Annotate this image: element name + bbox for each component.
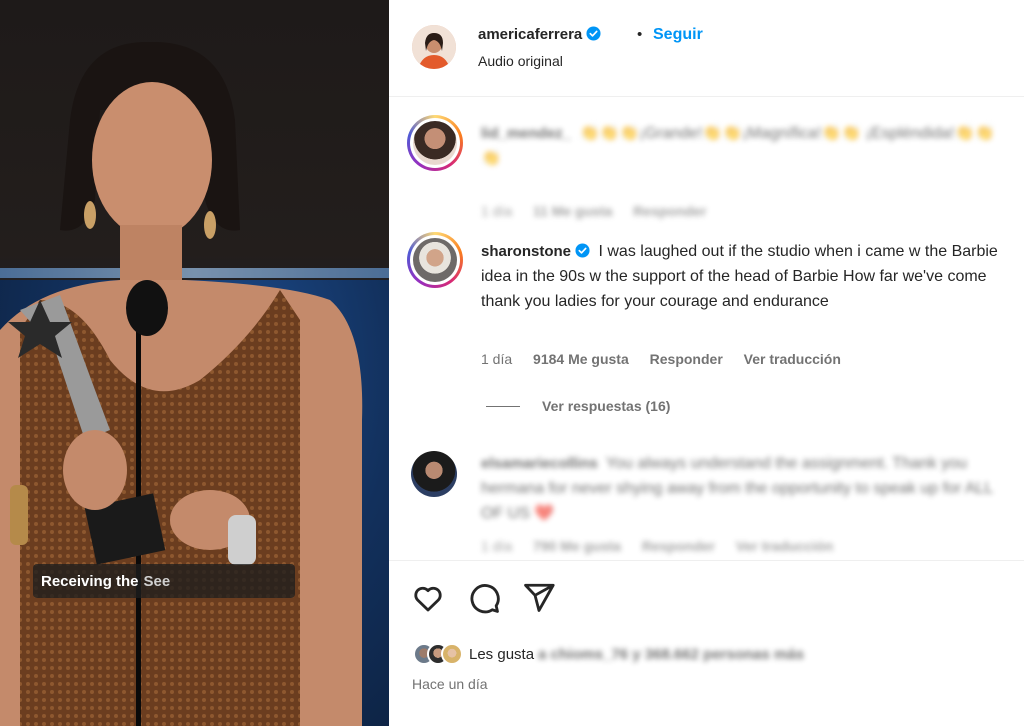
comments-list[interactable]: lid_mendez_ 👏👏👏¡Grande!👏👏¡Magnífica!👏👏 ¡… (389, 97, 1024, 560)
comment-reply-button[interactable]: Responder (650, 351, 723, 367)
author-username[interactable]: americaferrera (478, 26, 582, 43)
video-caption: Receiving the See (33, 564, 295, 598)
comment-time[interactable]: 1 día (481, 203, 512, 219)
comment-meta: 1 día 11 Me gusta Responder (481, 203, 723, 219)
comment-translate-button[interactable]: Ver traducción (736, 538, 833, 554)
post-panel: americaferrera • Seguir Audio original l… (389, 0, 1024, 726)
video-player[interactable]: Receiving the See (0, 0, 389, 726)
author-avatar[interactable] (412, 25, 456, 69)
comment-reply-button[interactable]: Responder (633, 203, 706, 219)
verified-badge-icon (586, 26, 601, 41)
comment-body: sharonstone I was laughed out if the stu… (481, 239, 1011, 314)
comment-reply-button[interactable]: Responder (642, 538, 715, 554)
commenter-avatar[interactable] (407, 232, 463, 288)
comment-meta: 1 día 790 Me gusta Responder Ver traducc… (481, 538, 850, 554)
comment-username[interactable]: sharonstone (481, 243, 571, 260)
paper-plane-icon[interactable] (522, 581, 556, 615)
comment-username[interactable]: elsamariecollins (481, 455, 598, 472)
likes-summary[interactable]: Les gusta a chioms_76 y 368.662 personas … (413, 640, 804, 668)
comment-translate-button[interactable]: Ver traducción (744, 351, 841, 367)
comment-likes[interactable]: 9184 Me gusta (533, 351, 629, 367)
post-timestamp[interactable]: Hace un día (412, 676, 488, 692)
view-replies-label[interactable]: Ver respuestas (16) (542, 398, 670, 414)
caption-faded-text: See (143, 572, 171, 590)
comment-body: lid_mendez_ 👏👏👏¡Grande!👏👏¡Magnífica!👏👏 ¡… (481, 121, 1011, 171)
comment-username-link[interactable]: sharonstone (481, 243, 590, 260)
commenter-avatar[interactable] (407, 115, 463, 171)
comment-time[interactable]: 1 día (481, 351, 512, 367)
view-replies-button[interactable]: Ver respuestas (16) (486, 398, 670, 414)
liker-avatar[interactable] (441, 643, 463, 665)
comment-time[interactable]: 1 día (481, 538, 512, 554)
comment-likes[interactable]: 790 Me gusta (533, 538, 621, 554)
speaker-figure (0, 41, 363, 726)
verified-badge-icon (575, 243, 590, 258)
likes-count-link[interactable]: a chioms_76 y 368.662 personas más (538, 646, 804, 663)
likes-prefix: Les gusta (469, 645, 535, 663)
header-separator: • (637, 26, 643, 43)
commenter-avatar[interactable] (411, 451, 457, 497)
caption-text: Receiving the (41, 572, 139, 590)
comment-username[interactable]: lid_mendez_ (481, 125, 571, 142)
author-username-link[interactable]: americaferrera (478, 26, 601, 43)
replies-divider (486, 405, 520, 407)
audio-original-link[interactable]: Audio original (478, 53, 563, 69)
likes-text: Les gusta a chioms_76 y 368.662 personas … (469, 646, 804, 663)
post-header: americaferrera • Seguir Audio original (389, 0, 1024, 97)
comment-meta: 1 día 9184 Me gusta Responder Ver traduc… (481, 351, 858, 367)
comment-bubble-icon[interactable] (467, 581, 501, 615)
heart-icon[interactable] (411, 581, 445, 615)
comment-likes[interactable]: 11 Me gusta (533, 203, 612, 219)
comment-body: elsamariecollins You always understand t… (481, 451, 1011, 526)
follow-button[interactable]: Seguir (653, 26, 703, 44)
